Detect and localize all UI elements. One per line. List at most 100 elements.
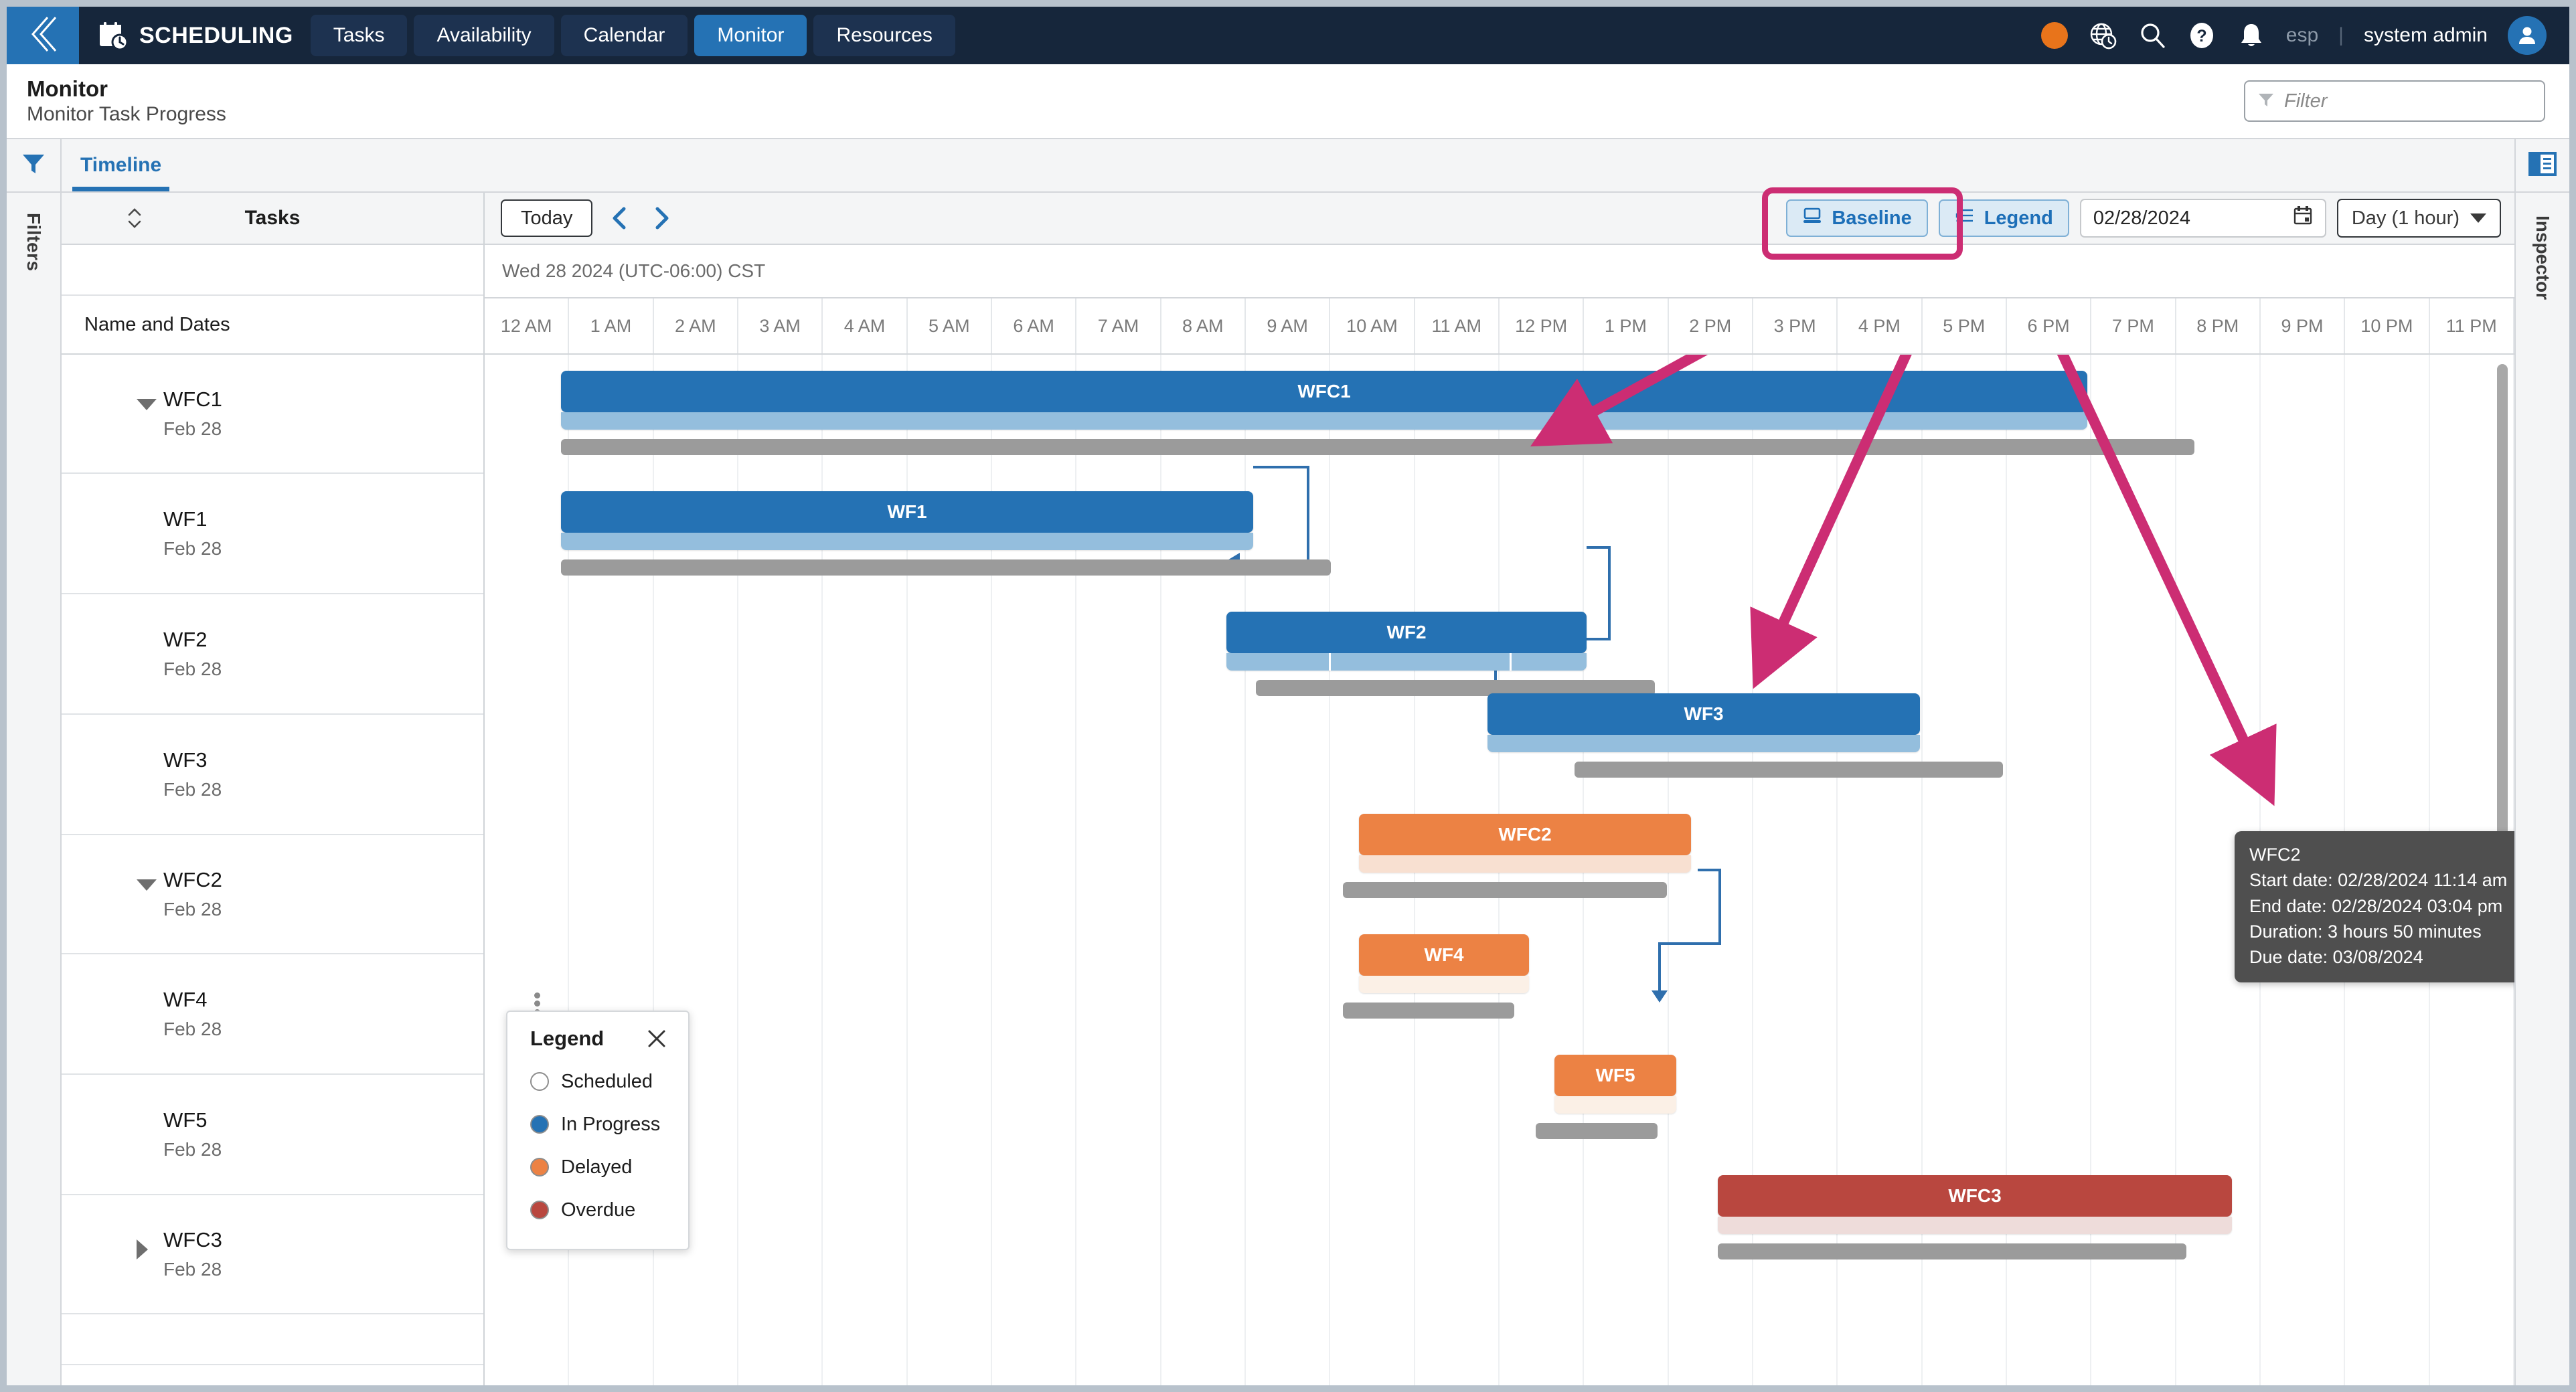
gantt-bar-wf3[interactable]: WF3 bbox=[1487, 693, 1920, 735]
user-name-label[interactable]: system admin bbox=[2364, 24, 2488, 47]
nav-tabs: Tasks Availability Calendar Monitor Reso… bbox=[310, 15, 955, 56]
nav-separator: | bbox=[2338, 24, 2344, 46]
task-list-header: Tasks bbox=[62, 193, 483, 245]
timeline-toolbar: Today Baseline Legend 02/28/2024 Day (1 … bbox=[485, 187, 2514, 260]
nav-tab-resources[interactable]: Resources bbox=[813, 15, 955, 56]
task-row-wf3[interactable]: WF3 Feb 28 bbox=[62, 715, 483, 835]
funnel-icon bbox=[2257, 91, 2275, 112]
funnel-icon bbox=[21, 151, 46, 180]
hour-label: 8 PM bbox=[2176, 298, 2261, 353]
gantt-bar-wfc2[interactable]: WFC2 bbox=[1359, 814, 1691, 855]
calendar-icon[interactable] bbox=[2293, 205, 2313, 232]
gantt-bar-wfc3[interactable]: WFC3 bbox=[1718, 1175, 2232, 1217]
nav-tab-monitor[interactable]: Monitor bbox=[694, 15, 807, 56]
gantt-baseline-wf4 bbox=[1343, 1003, 1514, 1019]
nav-back-button[interactable] bbox=[7, 7, 79, 64]
gantt-bar-wf5[interactable]: WF5 bbox=[1554, 1055, 1676, 1096]
bell-icon[interactable] bbox=[2237, 21, 2266, 50]
gantt-bar-wf4[interactable]: WF4 bbox=[1359, 934, 1529, 976]
gantt-progress-wfc1 bbox=[561, 412, 2087, 430]
hour-label: 3 PM bbox=[1753, 298, 1838, 353]
hour-label: 1 AM bbox=[569, 298, 654, 353]
task-row-wf2[interactable]: WF2 Feb 28 bbox=[62, 594, 483, 715]
task-date: Feb 28 bbox=[163, 779, 222, 800]
page-subtitle: Monitor Task Progress bbox=[27, 102, 226, 125]
legend-swatch bbox=[530, 1201, 549, 1219]
gantt-bar-label: WF2 bbox=[1386, 622, 1427, 642]
today-button[interactable]: Today bbox=[501, 199, 593, 237]
filter-input[interactable]: Filter bbox=[2244, 80, 2545, 122]
chevron-down-icon[interactable] bbox=[137, 399, 157, 410]
filters-toggle-button[interactable] bbox=[7, 139, 60, 193]
close-icon[interactable] bbox=[645, 1027, 668, 1050]
task-name: WF3 bbox=[163, 748, 208, 772]
task-date: Feb 28 bbox=[163, 899, 222, 920]
task-date: Feb 28 bbox=[163, 538, 222, 559]
task-rows: WFC1 Feb 28 WF1 Feb 28 WF2 Feb 28 WF3 Fe… bbox=[62, 355, 483, 1385]
legend-button[interactable]: Legend bbox=[1938, 199, 2069, 237]
legend-item-in-progress: In Progress bbox=[530, 1103, 668, 1146]
task-row-wf5[interactable]: WF5 Feb 28 bbox=[62, 1075, 483, 1195]
nav-tab-calendar[interactable]: Calendar bbox=[560, 15, 688, 56]
legend-swatch bbox=[530, 1072, 549, 1091]
page-header-titles: Monitor Monitor Task Progress bbox=[27, 77, 226, 125]
hour-label: 9 AM bbox=[1246, 298, 1331, 353]
chevron-left-icon[interactable] bbox=[603, 202, 635, 234]
tab-timeline[interactable]: Timeline bbox=[62, 139, 180, 191]
help-icon[interactable]: ? bbox=[2187, 21, 2217, 50]
filters-rail-label: Filters bbox=[23, 213, 44, 272]
inspector-rail-body[interactable]: Inspector bbox=[2516, 193, 2569, 1385]
baseline-button[interactable]: Baseline bbox=[1786, 199, 1928, 237]
nav-tab-tasks[interactable]: Tasks bbox=[310, 15, 408, 56]
hour-label: 4 AM bbox=[823, 298, 908, 353]
timeline-toolbar-right: Baseline Legend 02/28/2024 Day (1 hour) bbox=[1786, 199, 2501, 238]
svg-text:?: ? bbox=[2196, 27, 2206, 46]
task-row-wfc1[interactable]: WFC1 Feb 28 bbox=[62, 355, 483, 474]
hour-label: 7 PM bbox=[2091, 298, 2176, 353]
hour-label: 11 AM bbox=[1415, 298, 1500, 353]
brand: SCHEDULING bbox=[79, 7, 311, 64]
gantt-bar-wf2[interactable]: WF2 bbox=[1226, 612, 1587, 653]
zoom-level-select[interactable]: Day (1 hour) bbox=[2336, 199, 2501, 238]
hour-label: 10 AM bbox=[1330, 298, 1415, 353]
gantt-progress-wf5 bbox=[1554, 1096, 1676, 1114]
task-row-wf1[interactable]: WF1 Feb 28 bbox=[62, 474, 483, 594]
chevron-right-icon[interactable] bbox=[137, 1239, 148, 1259]
chevron-down-icon[interactable] bbox=[137, 879, 157, 891]
gantt-split: Tasks Name and Dates WFC1 Feb 28 WF1 Feb… bbox=[62, 187, 2514, 1385]
task-list-spacer bbox=[62, 245, 483, 296]
gantt-baseline-wfc1 bbox=[561, 439, 2194, 455]
globe-clock-icon[interactable] bbox=[2088, 21, 2117, 50]
gantt-bar-label: WFC2 bbox=[1498, 824, 1552, 845]
language-selector[interactable]: esp bbox=[2286, 24, 2318, 47]
task-tooltip: WFC2 Start date: 02/28/2024 11:14 am End… bbox=[2235, 831, 2514, 982]
legend-item-label: Scheduled bbox=[561, 1070, 653, 1092]
top-navigation-bar: SCHEDULING Tasks Availability Calendar M… bbox=[7, 7, 2569, 64]
status-indicator-dot bbox=[2040, 22, 2068, 49]
task-name: WF1 bbox=[163, 507, 208, 531]
task-list-title: Tasks bbox=[244, 207, 301, 229]
task-date: Feb 28 bbox=[163, 1259, 222, 1280]
date-input[interactable]: 02/28/2024 bbox=[2079, 199, 2326, 238]
sort-updown-icon[interactable] bbox=[126, 205, 143, 232]
hour-label: 9 PM bbox=[2261, 298, 2346, 353]
task-name: WFC2 bbox=[163, 868, 222, 891]
inspector-toggle-button[interactable] bbox=[2516, 139, 2569, 193]
hour-label: 11 PM bbox=[2430, 298, 2514, 353]
legend-item-overdue: Overdue bbox=[530, 1189, 668, 1231]
search-icon[interactable] bbox=[2138, 21, 2167, 50]
filters-rail-body[interactable]: Filters bbox=[7, 193, 60, 1385]
gantt-bar-wf1[interactable]: WF1 bbox=[561, 491, 1253, 533]
gantt-bar-wfc1[interactable]: WFC1 bbox=[561, 371, 2087, 412]
nav-tab-availability[interactable]: Availability bbox=[414, 15, 554, 56]
hour-label: 12 PM bbox=[1500, 298, 1585, 353]
inspector-rail: Inspector bbox=[2514, 139, 2569, 1385]
task-row-wfc2[interactable]: WFC2 Feb 28 bbox=[62, 835, 483, 954]
chevron-right-icon[interactable] bbox=[646, 202, 678, 234]
task-row-wf4[interactable]: WF4 Feb 28 bbox=[62, 954, 483, 1075]
application-window: SCHEDULING Tasks Availability Calendar M… bbox=[0, 0, 2576, 1392]
inspector-rail-label: Inspector bbox=[2532, 215, 2553, 300]
legend-popup: Legend Scheduled In Progress Delayed Ove… bbox=[506, 1011, 690, 1250]
task-row-wfc3[interactable]: WFC3 Feb 28 bbox=[62, 1195, 483, 1314]
avatar[interactable] bbox=[2508, 16, 2547, 55]
